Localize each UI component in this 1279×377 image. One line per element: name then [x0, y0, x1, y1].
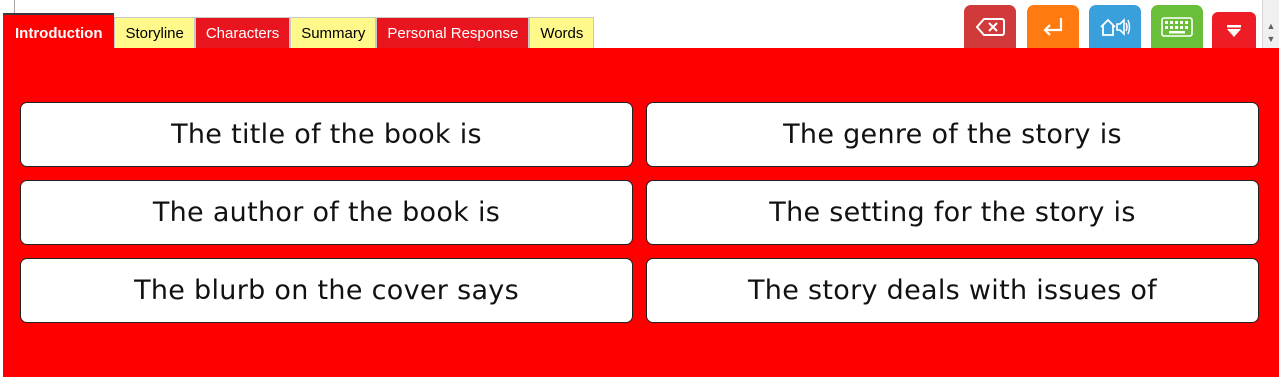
tab-summary[interactable]: Summary [290, 17, 377, 49]
sentence-starter-panel: The title of the book is The genre of th… [3, 48, 1279, 377]
speak-icon [1100, 18, 1131, 36]
sentence-starter-card[interactable]: The story deals with issues of [646, 258, 1259, 323]
sentence-starter-card[interactable]: The author of the book is [20, 180, 633, 245]
sentence-starter-card[interactable]: The blurb on the cover says [20, 258, 633, 323]
scroll-up-icon[interactable]: ▲ [1263, 20, 1279, 32]
collapse-icon [1227, 24, 1241, 37]
tab-bar: Introduction Storyline Characters Summar… [3, 13, 595, 49]
tab-introduction[interactable]: Introduction [3, 13, 115, 49]
sentence-starter-card[interactable]: The setting for the story is [646, 180, 1259, 245]
tab-words[interactable]: Words [529, 17, 595, 49]
tab-personal-response[interactable]: Personal Response [376, 17, 530, 49]
collapse-button[interactable] [1212, 12, 1256, 49]
scrollbar[interactable]: ▲ ▼ [1262, 0, 1279, 48]
keyboard-icon [1161, 17, 1193, 37]
scroll-down-icon[interactable]: ▼ [1263, 33, 1279, 45]
keyboard-button[interactable] [1151, 5, 1203, 49]
sentence-starter-card[interactable]: The genre of the story is [646, 102, 1259, 167]
backspace-button[interactable] [964, 5, 1016, 49]
enter-button[interactable] [1027, 5, 1079, 49]
sentence-starter-card[interactable]: The title of the book is [20, 102, 633, 167]
tab-storyline[interactable]: Storyline [114, 17, 195, 49]
app-window: ▲ ▼ Introduction Storyline Characters Su… [0, 0, 1279, 377]
tab-characters[interactable]: Characters [194, 17, 291, 49]
backspace-icon [975, 18, 1005, 36]
speak-button[interactable] [1089, 5, 1141, 49]
enter-icon [1043, 18, 1063, 36]
